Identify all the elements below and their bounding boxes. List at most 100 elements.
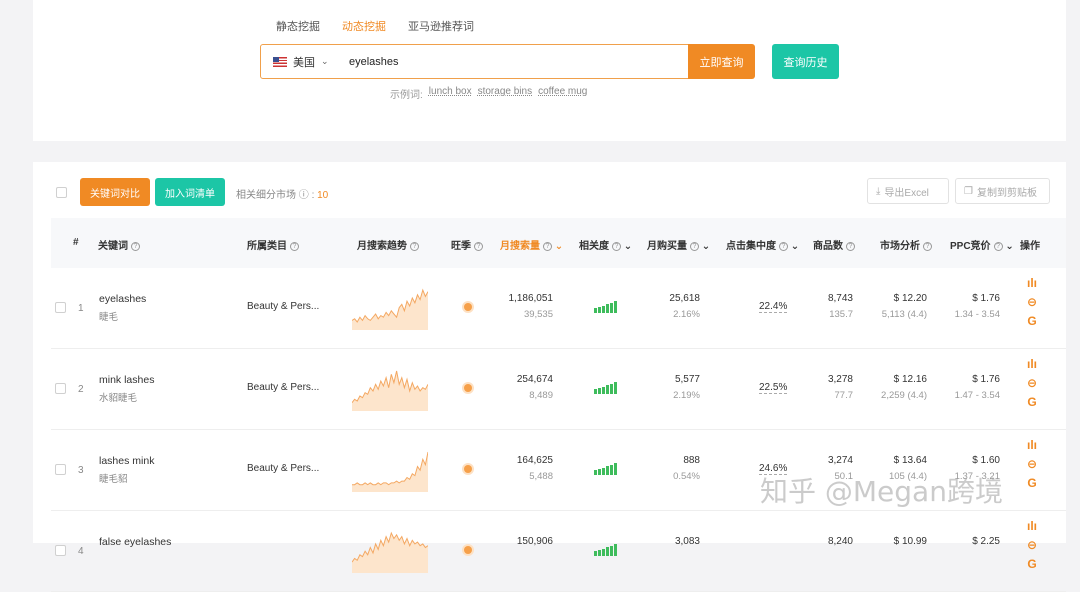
table-header: # 关键词? 所属类目? 月搜索趋势? 旺季? 月搜索量? ⌄ 相关度? ⌄ 月…	[51, 218, 1066, 268]
select-all-checkbox[interactable]	[56, 187, 67, 198]
header-product-count[interactable]: 商品数?	[813, 237, 855, 252]
trend-sparkline[interactable]	[352, 448, 428, 492]
help-icon: ?	[690, 241, 699, 251]
tab-amazon-recommend[interactable]: 亚马逊推荐词	[408, 18, 474, 34]
help-icon: ?	[543, 241, 552, 251]
ppc-bid-value[interactable]: $ 1.76	[972, 293, 1000, 304]
keyword-link[interactable]: false eyelashes	[99, 536, 171, 548]
related-markets[interactable]: 相关细分市场 ⓘ : 10	[236, 186, 328, 201]
sort-chevron-icon: ⌄	[1005, 241, 1014, 252]
add-to-list-button[interactable]: 加入词清单	[155, 178, 225, 206]
bar-chart-icon[interactable]: ılı	[1025, 438, 1039, 452]
product-count-value: 8,743	[827, 293, 853, 304]
header-market-analysis[interactable]: 市场分析?	[880, 237, 932, 252]
relevance-bars-icon	[594, 382, 617, 394]
header-click-concentration[interactable]: 点击集中度? ⌄	[726, 237, 799, 252]
country-select[interactable]: 美国 ⌄	[261, 54, 341, 70]
example-link[interactable]: lunch box	[429, 86, 472, 101]
history-button[interactable]: 查询历史	[772, 44, 839, 79]
sort-chevron-icon: ⌄	[623, 241, 633, 252]
click-concentration-value[interactable]: 22.4%	[759, 301, 788, 313]
market-price-value[interactable]: $ 13.64	[894, 455, 927, 466]
keyword-link[interactable]: eyelashes	[99, 293, 146, 305]
remove-circle-icon[interactable]: ⊖	[1025, 457, 1039, 471]
examples-label: 示例词:	[390, 90, 423, 101]
copy-clipboard-button[interactable]: ❐ 复制到剪贴板	[955, 178, 1050, 204]
table-row[interactable]: 1 eyelashes 睫毛 Beauty & Pers... 1,186,05…	[51, 268, 1066, 349]
chevron-down-icon: ⌄	[321, 56, 329, 66]
market-price-value[interactable]: $ 10.99	[894, 536, 927, 547]
remove-circle-icon[interactable]: ⊖	[1025, 376, 1039, 390]
row-actions: ılı ⊖ G	[1025, 357, 1039, 409]
trend-sparkline[interactable]	[352, 529, 428, 573]
bar-chart-icon[interactable]: ılı	[1025, 357, 1039, 371]
header-peak[interactable]: 旺季?	[451, 237, 483, 252]
trend-area	[352, 452, 428, 492]
related-count: 10	[317, 190, 329, 201]
trend-sparkline[interactable]	[352, 367, 428, 411]
help-icon: ?	[923, 241, 932, 251]
monthly-purchase-value: 888	[683, 455, 700, 466]
keyword-search-input[interactable]	[341, 55, 688, 68]
daily-search-value: 39,535	[523, 309, 553, 320]
purchase-rate-value: 2.19%	[673, 390, 700, 401]
ppc-bid-value[interactable]: $ 1.60	[972, 455, 1000, 466]
relevance-bars-icon	[594, 301, 617, 313]
export-excel-button[interactable]: ⤓ 导出Excel	[867, 178, 949, 204]
watermark: 知乎 @Megan跨境	[760, 475, 1003, 508]
google-icon[interactable]: G	[1025, 557, 1039, 571]
header-monthly-purchase[interactable]: 月购买量? ⌄	[647, 237, 710, 252]
ppc-bid-value[interactable]: $ 2.25	[972, 536, 1000, 547]
keyword-link[interactable]: mink lashes	[99, 374, 154, 386]
header-category[interactable]: 所属类目?	[247, 237, 299, 252]
bar-chart-icon[interactable]: ılı	[1025, 519, 1039, 533]
google-icon[interactable]: G	[1025, 314, 1039, 328]
product-count-value: 8,240	[827, 536, 853, 547]
search-box: 美国 ⌄	[260, 44, 689, 79]
monthly-search-value: 254,674	[516, 374, 553, 385]
keyword-link[interactable]: lashes mink	[99, 455, 154, 467]
market-price-value[interactable]: $ 12.16	[894, 374, 927, 385]
help-icon: ?	[779, 241, 788, 251]
download-icon: ⤓	[876, 185, 881, 197]
results-toolbar: 关键词对比 加入词清单 相关细分市场 ⓘ : 10 ⤓ 导出Excel ❐ 复制…	[33, 178, 1066, 206]
ppc-bid-value[interactable]: $ 1.76	[972, 374, 1000, 385]
tab-dynamic-mining[interactable]: 动态挖掘	[342, 18, 386, 34]
header-trend[interactable]: 月搜索趋势?	[357, 237, 419, 252]
example-link[interactable]: coffee mug	[538, 86, 587, 101]
google-icon[interactable]: G	[1025, 476, 1039, 490]
help-icon: ?	[410, 241, 419, 251]
bar-chart-icon[interactable]: ılı	[1025, 276, 1039, 290]
header-keyword[interactable]: 关键词?	[98, 237, 140, 252]
row-checkbox[interactable]	[55, 545, 66, 556]
remove-circle-icon[interactable]: ⊖	[1025, 295, 1039, 309]
header-ppc[interactable]: PPC竞价? ⌄	[950, 237, 1014, 252]
daily-search-value: 8,489	[529, 390, 553, 401]
market-review-value: 2,259 (4.4)	[881, 390, 927, 401]
example-link[interactable]: storage bins	[478, 86, 532, 101]
google-icon[interactable]: G	[1025, 395, 1039, 409]
click-concentration-value[interactable]: 22.5%	[759, 382, 788, 394]
query-button[interactable]: 立即查询	[688, 44, 755, 79]
help-icon: ?	[612, 241, 621, 251]
ppc-range-value: 1.34 - 3.54	[954, 309, 1000, 320]
row-checkbox[interactable]	[55, 302, 66, 313]
header-ops: 操作	[1020, 241, 1040, 252]
row-checkbox[interactable]	[55, 464, 66, 475]
keyword-compare-button[interactable]: 关键词对比	[80, 178, 150, 206]
table-row[interactable]: 2 mink lashes 水貂睫毛 Beauty & Pers... 254,…	[51, 349, 1066, 430]
row-checkbox[interactable]	[55, 383, 66, 394]
market-price-value[interactable]: $ 12.20	[894, 293, 927, 304]
header-relevance[interactable]: 相关度? ⌄	[579, 237, 632, 252]
ppc-range-value: 1.47 - 3.54	[954, 390, 1000, 401]
sort-chevron-icon: ⌄	[701, 241, 711, 252]
header-monthly-search[interactable]: 月搜索量? ⌄	[500, 237, 563, 252]
market-review-value: 5,113 (4.4)	[881, 309, 927, 320]
trend-sparkline[interactable]	[352, 286, 428, 330]
table-row[interactable]: 4 false eyelashes 150,906 3,083 8,240 $ …	[51, 511, 1066, 592]
copy-label: 复制到剪贴板	[976, 187, 1037, 199]
remove-circle-icon[interactable]: ⊖	[1025, 538, 1039, 552]
monthly-purchase-value: 25,618	[669, 293, 700, 304]
trend-area	[352, 371, 428, 411]
tab-static-mining[interactable]: 静态挖掘	[276, 18, 320, 34]
